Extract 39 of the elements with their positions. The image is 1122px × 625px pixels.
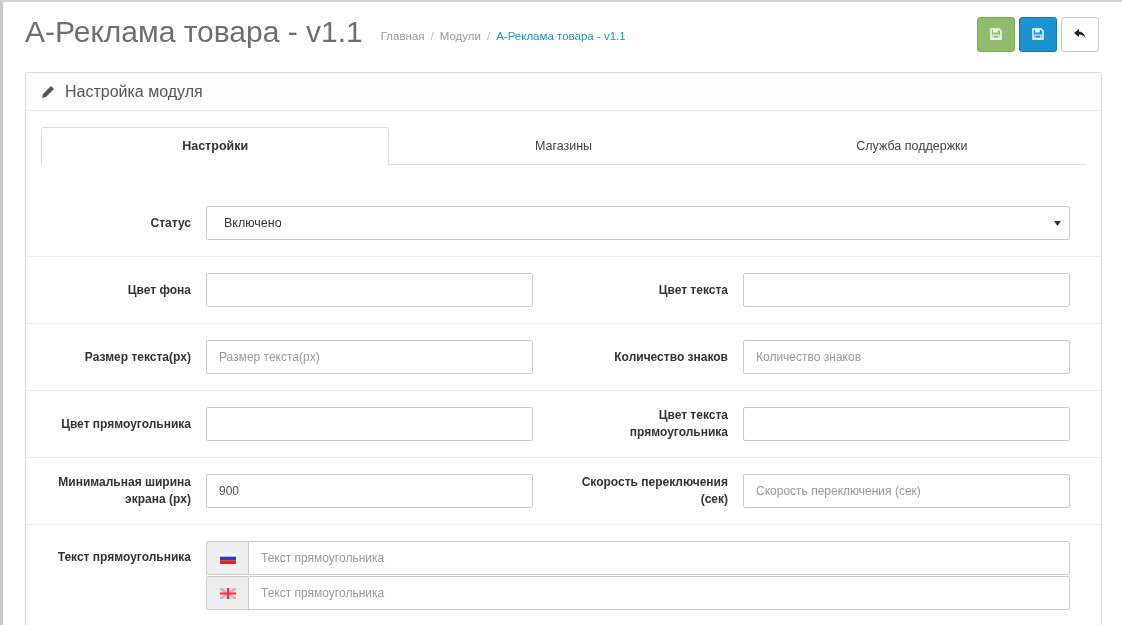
breadcrumb-link[interactable]: A-Реклама товара - v1.1 [496, 30, 626, 42]
field-label: Цвет фона [126, 281, 191, 299]
breadcrumb-separator: / [486, 30, 491, 42]
panel-title: Настройка модуля [65, 82, 203, 101]
field-label: Размер текста(px) [83, 348, 191, 366]
tab[interactable]: Настройки [41, 127, 390, 165]
input-field[interactable]: Текст прямоугольника [249, 541, 1070, 575]
status-select[interactable]: Включено [206, 206, 1070, 240]
caret-icon [1054, 220, 1061, 226]
field-label: Скорость переключения (сек) [580, 474, 728, 508]
tab[interactable]: Служба поддержки [737, 127, 1086, 165]
reply-icon [1073, 28, 1087, 40]
input-field[interactable] [206, 273, 533, 307]
input-field[interactable] [206, 407, 533, 441]
flag-icon [219, 587, 236, 599]
input-field[interactable]: Размер текста(px) [206, 340, 533, 374]
flag-icon [219, 552, 236, 564]
field-label: Текст прямоугольника [56, 549, 191, 566]
field-label: Цвет текста [657, 281, 728, 299]
save-button[interactable] [1019, 16, 1057, 52]
tab[interactable]: Магазины [389, 127, 738, 165]
input-field[interactable]: Количество знаков [743, 340, 1070, 374]
input-field[interactable] [743, 407, 1070, 441]
input-field[interactable]: Текст прямоугольника [249, 576, 1070, 610]
field-label: Цвет прямоугольника [60, 415, 191, 433]
save-button[interactable] [977, 16, 1015, 52]
field-label: Цвет текста прямоугольника [628, 407, 728, 441]
field-label: Статус [149, 214, 191, 232]
input-field[interactable]: 900 [206, 474, 533, 508]
input-field[interactable]: Скорость переключения (сек) [743, 474, 1070, 508]
pencil-icon [41, 84, 55, 99]
back-button[interactable] [1061, 16, 1099, 52]
page-title: A-Реклама товара - v1.1 [25, 15, 363, 49]
breadcrumb-separator: / [430, 30, 434, 42]
field-label: Минимальная ширина экрана (px) [57, 474, 191, 508]
input-field[interactable] [743, 273, 1070, 307]
save-icon [1032, 28, 1044, 40]
save-icon [990, 28, 1002, 40]
field-label: Количество знаков [613, 348, 728, 366]
